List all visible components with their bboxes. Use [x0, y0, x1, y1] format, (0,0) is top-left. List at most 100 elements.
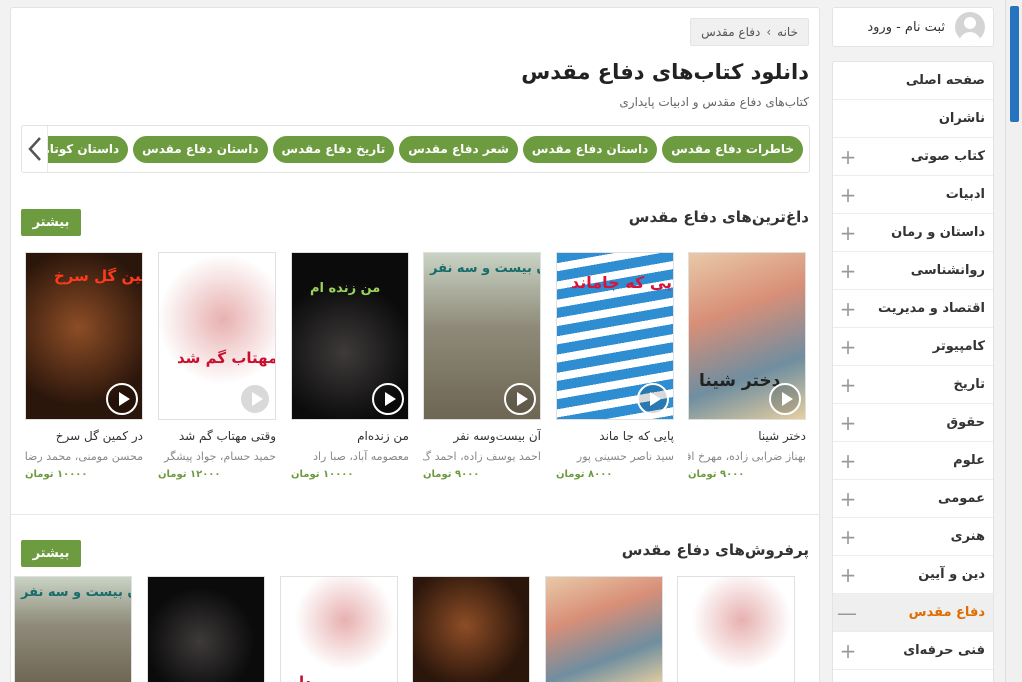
- sidebar-item-label: حقوق: [946, 415, 986, 430]
- sidebar-item[interactable]: علوم +: [833, 442, 993, 480]
- play-icon[interactable]: [769, 383, 801, 415]
- book-title[interactable]: من زنده‌ام: [291, 429, 409, 443]
- sidebar-item[interactable]: کتاب صوتی +: [833, 138, 993, 176]
- sidebar-item[interactable]: صفحه اصلی: [833, 62, 993, 100]
- book-cover-image[interactable]: [545, 576, 663, 682]
- book-card[interactable]: در کمین گل سرخ در کمین گل سرخ محسن مومنی، …: [25, 252, 143, 480]
- book-card[interactable]: آن بیست و سه نفر آن بیست‌وسه نفر احمد یوسف…: [423, 252, 541, 480]
- book-author: سید ناصر حسینی پور: [576, 450, 674, 463]
- book-cover-image[interactable]: وقتی مهتاب گم شد: [158, 252, 276, 420]
- sidebar-item[interactable]: کامپیوتر +: [833, 328, 993, 366]
- expand-icon[interactable]: +: [839, 185, 857, 205]
- section-title-hottest: داغ‌ترین‌های دفاع مقدس: [628, 208, 809, 226]
- cover-title-art: من زنده ام: [310, 281, 381, 296]
- cover-title-art: آن بیست و سه نفر: [430, 261, 541, 276]
- book-price: ۱۰۰۰۰ تومان: [25, 469, 88, 480]
- play-icon[interactable]: [637, 383, 669, 415]
- book-title[interactable]: دختر شینا: [688, 429, 806, 443]
- carousel-prev-button[interactable]: [22, 126, 48, 172]
- sidebar-item-label: ادبیات: [945, 187, 985, 202]
- subcategory-pill[interactable]: تاریخ دفاع مقدس: [272, 136, 395, 163]
- sidebar-item[interactable]: داستان و رمان +: [833, 214, 993, 252]
- expand-icon[interactable]: +: [839, 489, 857, 509]
- book-cover-image[interactable]: [677, 576, 795, 682]
- sidebar-item[interactable]: دفاع مقدس —: [833, 594, 993, 632]
- subcategory-carousel: خاطرات دفاع مقدس داستان دفاع مقدس شعر دفاع…: [21, 125, 810, 173]
- book-cover-image[interactable]: دختر شینا: [688, 252, 806, 420]
- book-price: ۹۰۰۰ تومان: [688, 469, 745, 480]
- sidebar-item[interactable]: [833, 670, 993, 682]
- sidebar-item-label: علوم: [953, 453, 985, 468]
- breadcrumb-current: دفاع مقدس: [701, 25, 761, 39]
- book-title[interactable]: وقتی مهتاب گم شد: [158, 429, 276, 443]
- sidebar-item-label: هنری: [950, 529, 985, 544]
- play-icon[interactable]: [372, 383, 404, 415]
- subcategory-pill[interactable]: داستان دفاع مقدس: [522, 136, 658, 163]
- subcategory-pill[interactable]: شعر دفاع مقدس: [399, 136, 518, 163]
- book-cover-image[interactable]: من زنده ام: [291, 252, 409, 420]
- book-cover-image[interactable]: پایی که جاماند: [556, 252, 674, 420]
- subcategory-pill[interactable]: خاطرات دفاع مقدس: [662, 136, 803, 163]
- book-cover-image[interactable]: دا: [280, 576, 398, 682]
- sidebar-item[interactable]: تاریخ +: [833, 366, 993, 404]
- expand-icon[interactable]: +: [839, 337, 857, 357]
- subcategory-pill[interactable]: داستان دفاع مقدس: [133, 136, 268, 163]
- breadcrumb-separator: ›: [766, 25, 772, 39]
- sidebar-item-label: داستان و رمان: [891, 225, 985, 240]
- book-card[interactable]: پایی که جاماند پایی که جا ماند سید ناصر حس…: [556, 252, 674, 480]
- expand-icon[interactable]: +: [839, 413, 857, 433]
- sidebar-item[interactable]: ادبیات +: [833, 176, 993, 214]
- book-card[interactable]: من زنده ام من زنده‌ام معصومه آباد، صبا راد…: [291, 252, 409, 480]
- play-icon[interactable]: [239, 383, 271, 415]
- sidebar-item[interactable]: دین و آیین +: [833, 556, 993, 594]
- scrollbar-thumb[interactable]: [1010, 6, 1019, 122]
- play-icon[interactable]: [106, 383, 138, 415]
- cover-title-art: دا: [299, 673, 312, 682]
- sidebar-item-label: کتاب صوتی: [910, 149, 985, 164]
- book-title[interactable]: آن بیست‌وسه نفر: [423, 429, 541, 443]
- expand-icon[interactable]: +: [839, 223, 857, 243]
- page-title: دانلود کتاب‌های دفاع مقدس: [521, 60, 809, 84]
- book-price: ۹۰۰۰ تومان: [423, 469, 480, 480]
- collapse-icon[interactable]: —: [837, 603, 857, 623]
- expand-icon[interactable]: +: [839, 147, 857, 167]
- book-cover-image[interactable]: [412, 576, 530, 682]
- sidebar-item[interactable]: عمومی +: [833, 480, 993, 518]
- book-author: احمد یوسف زاده، احمد گ: [423, 450, 541, 463]
- expand-icon[interactable]: +: [839, 375, 857, 395]
- book-cover-image[interactable]: آن بیست و سه نفر: [423, 252, 541, 420]
- expand-icon[interactable]: +: [839, 641, 857, 661]
- play-icon[interactable]: [504, 383, 536, 415]
- sidebar-item[interactable]: روانشناسی +: [833, 252, 993, 290]
- book-title[interactable]: پایی که جا ماند: [556, 429, 674, 443]
- expand-icon[interactable]: +: [839, 451, 857, 471]
- subcategory-list: خاطرات دفاع مقدس داستان دفاع مقدس شعر دفاع…: [22, 136, 803, 163]
- book-cover-image[interactable]: در کمین گل سرخ: [25, 252, 143, 420]
- book-cover-image[interactable]: [147, 576, 265, 682]
- book-card[interactable]: دختر شینا دختر شینا بهناز ضرابی زاده، مهرخ…: [688, 252, 806, 480]
- more-hottest-button[interactable]: بیشتر: [21, 209, 81, 236]
- book-author: محسن مومنی، محمد رضا: [25, 450, 143, 463]
- user-avatar-icon: [955, 12, 985, 42]
- book-cover-image[interactable]: آن بیست و سه نفر: [14, 576, 132, 682]
- sidebar-item[interactable]: ناشران: [833, 100, 993, 138]
- sidebar-item-label: روانشناسی: [910, 263, 985, 278]
- login-register-button[interactable]: ثبت نام - ورود: [832, 7, 994, 47]
- breadcrumb: خانه › دفاع مقدس: [690, 18, 809, 46]
- expand-icon[interactable]: +: [839, 261, 857, 281]
- sidebar-item[interactable]: اقتصاد و مدیریت +: [833, 290, 993, 328]
- book-price: ۱۲۰۰۰ تومان: [158, 469, 221, 480]
- page-scrollbar[interactable]: [1005, 0, 1022, 682]
- book-price: ۱۰۰۰۰ تومان: [291, 469, 354, 480]
- breadcrumb-home-link[interactable]: خانه: [777, 25, 798, 39]
- more-bestsellers-button[interactable]: بیشتر: [21, 540, 81, 567]
- category-sidebar: صفحه اصلی ناشران کتاب صوتی + ادبیات + داستان و…: [832, 61, 994, 682]
- expand-icon[interactable]: +: [839, 565, 857, 585]
- book-card[interactable]: وقتی مهتاب گم شد وقتی مهتاب گم شد حمید حسا…: [158, 252, 276, 480]
- expand-icon[interactable]: +: [839, 299, 857, 319]
- expand-icon[interactable]: +: [839, 527, 857, 547]
- sidebar-item[interactable]: هنری +: [833, 518, 993, 556]
- sidebar-item[interactable]: فنی حرفه‌ای +: [833, 632, 993, 670]
- book-title[interactable]: در کمین گل سرخ: [25, 429, 143, 443]
- sidebar-item[interactable]: حقوق +: [833, 404, 993, 442]
